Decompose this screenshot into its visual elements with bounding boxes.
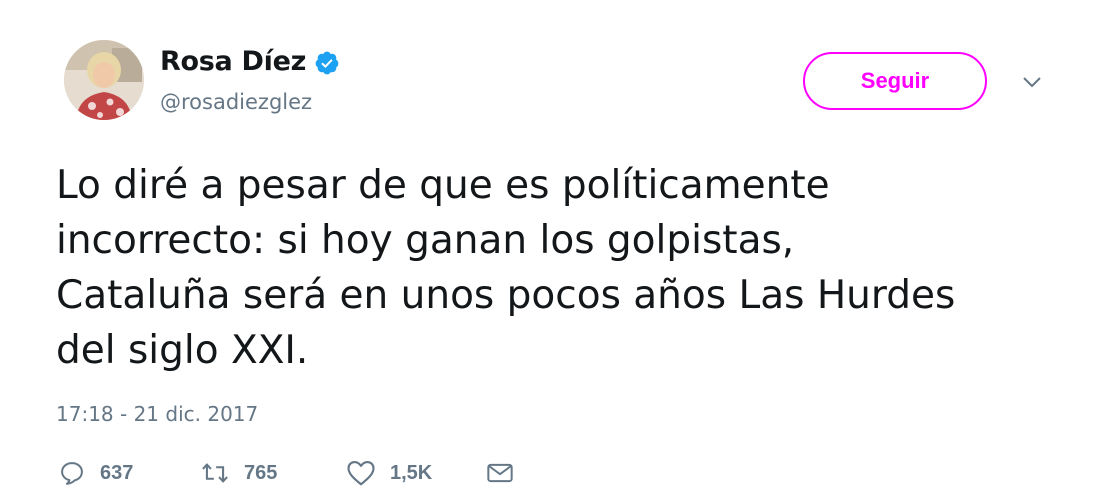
author-handle[interactable]: @rosadiezglez (160, 90, 312, 114)
tweet-text: Lo diré a pesar de que es políticamente … (56, 163, 956, 373)
author-name-text: Rosa Díez (160, 46, 307, 77)
reply-button[interactable]: 637 (58, 458, 133, 488)
author-name[interactable]: Rosa Díez (160, 46, 340, 77)
retweet-count: 765 (244, 461, 278, 484)
direct-message-button[interactable] (486, 458, 514, 488)
verified-badge-icon (315, 51, 339, 74)
follow-button[interactable]: Seguir (803, 52, 987, 110)
retweet-button[interactable]: 765 (200, 458, 277, 488)
avatar[interactable] (64, 40, 144, 120)
reply-count: 637 (100, 461, 134, 484)
like-button[interactable]: 1,5K (346, 458, 432, 488)
envelope-icon (487, 463, 513, 483)
heart-icon (347, 460, 375, 486)
tweet-card: Rosa Díez @rosadiezglez Seguir Lo diré a… (0, 0, 1110, 502)
like-count: 1,5K (390, 461, 433, 484)
retweet-icon (202, 463, 228, 483)
tweet-timestamp[interactable]: 17:18 - 21 dic. 2017 (56, 402, 258, 426)
chevron-down-icon[interactable] (1020, 74, 1044, 90)
profile-photo-icon (64, 40, 144, 120)
reply-icon (61, 462, 83, 485)
